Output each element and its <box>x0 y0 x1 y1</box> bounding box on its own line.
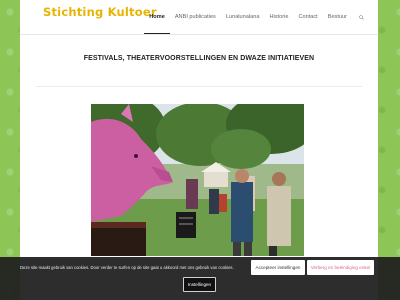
nav-anbi-publicaties[interactable]: ANBI publicaties <box>170 0 221 34</box>
site-header: Stichting Kultoer Home ANBI publicaties … <box>20 0 378 35</box>
nav-contact[interactable]: Contact <box>293 0 322 34</box>
accept-cookies-button[interactable]: Accepteer instellingen <box>251 260 305 275</box>
main-nav: Home ANBI publicaties Lunalunalana Histo… <box>144 0 370 34</box>
nav-bestuur[interactable]: Bestuur <box>323 0 352 34</box>
nav-home[interactable]: Home <box>144 1 170 34</box>
nav-lunalunalana[interactable]: Lunalunalana <box>221 0 265 34</box>
cookie-settings-button[interactable]: Instellingen <box>183 277 216 292</box>
nav-historie[interactable]: Historie <box>264 0 293 34</box>
festival-photo <box>91 104 304 256</box>
cookie-message: Deze site maakt gebruik van cookies. Doo… <box>20 265 234 270</box>
search-icon[interactable] <box>352 14 370 20</box>
reject-cookies-button[interactable]: Verberg en beëindiging enkel <box>307 260 374 275</box>
content-divider <box>36 86 362 87</box>
site-logo[interactable]: Stichting Kultoer <box>43 5 157 19</box>
page-headline: FESTIVALS, THEATERVOORSTELLINGEN EN DWAZ… <box>83 55 315 62</box>
page-container: Stichting Kultoer Home ANBI publicaties … <box>20 0 378 300</box>
